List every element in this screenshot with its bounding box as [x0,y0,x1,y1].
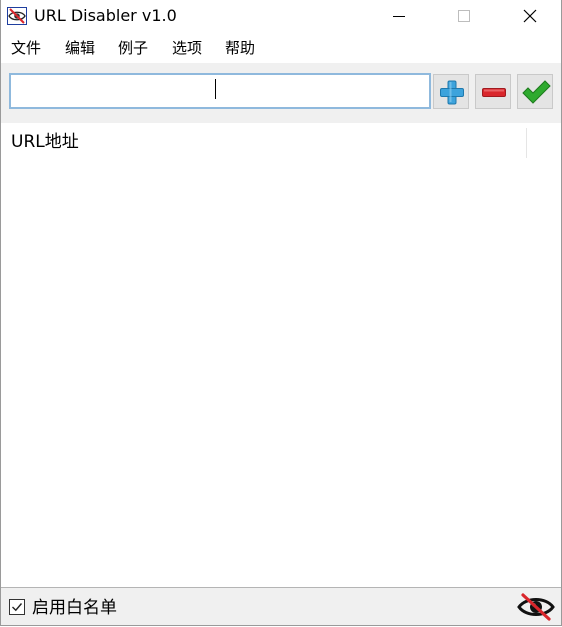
menu-bar: 文件 编辑 例子 选项 帮助 [1,32,561,62]
remove-url-button[interactable] [475,74,511,109]
menu-options[interactable]: 选项 [172,38,202,58]
app-window: URL Disabler v1.0 文件 编辑 例子 选项 帮助 URL地址 启… [0,0,562,626]
app-eye-icon [7,7,27,25]
maximize-icon [458,10,470,22]
minimize-button[interactable] [376,0,422,32]
menu-edit[interactable]: 编辑 [65,38,95,58]
window-title: URL Disabler v1.0 [34,6,177,25]
close-icon [523,9,537,23]
menu-examples[interactable]: 例子 [118,38,148,58]
checkmark-icon [522,80,551,104]
menu-help[interactable]: 帮助 [225,38,255,58]
minus-icon [482,88,506,97]
checkbox-checked-icon[interactable] [9,599,25,615]
close-button[interactable] [507,0,553,32]
eye-disabled-icon[interactable] [517,592,555,622]
text-caret [215,79,216,99]
url-input[interactable] [9,73,431,109]
minimize-icon [393,16,405,17]
toolbar [1,63,561,123]
column-divider[interactable] [526,128,527,158]
url-list[interactable]: URL地址 [1,124,561,587]
plus-icon [440,80,464,105]
column-header-url[interactable]: URL地址 [1,124,527,158]
status-bar: 启用白名单 [1,587,561,625]
maximize-button[interactable] [441,0,487,32]
column-header-label: URL地址 [11,132,79,152]
title-bar[interactable]: URL Disabler v1.0 [1,0,561,32]
menu-file[interactable]: 文件 [11,38,41,58]
add-url-button[interactable] [433,74,469,109]
whitelist-label: 启用白名单 [32,598,117,618]
apply-button[interactable] [517,74,553,109]
